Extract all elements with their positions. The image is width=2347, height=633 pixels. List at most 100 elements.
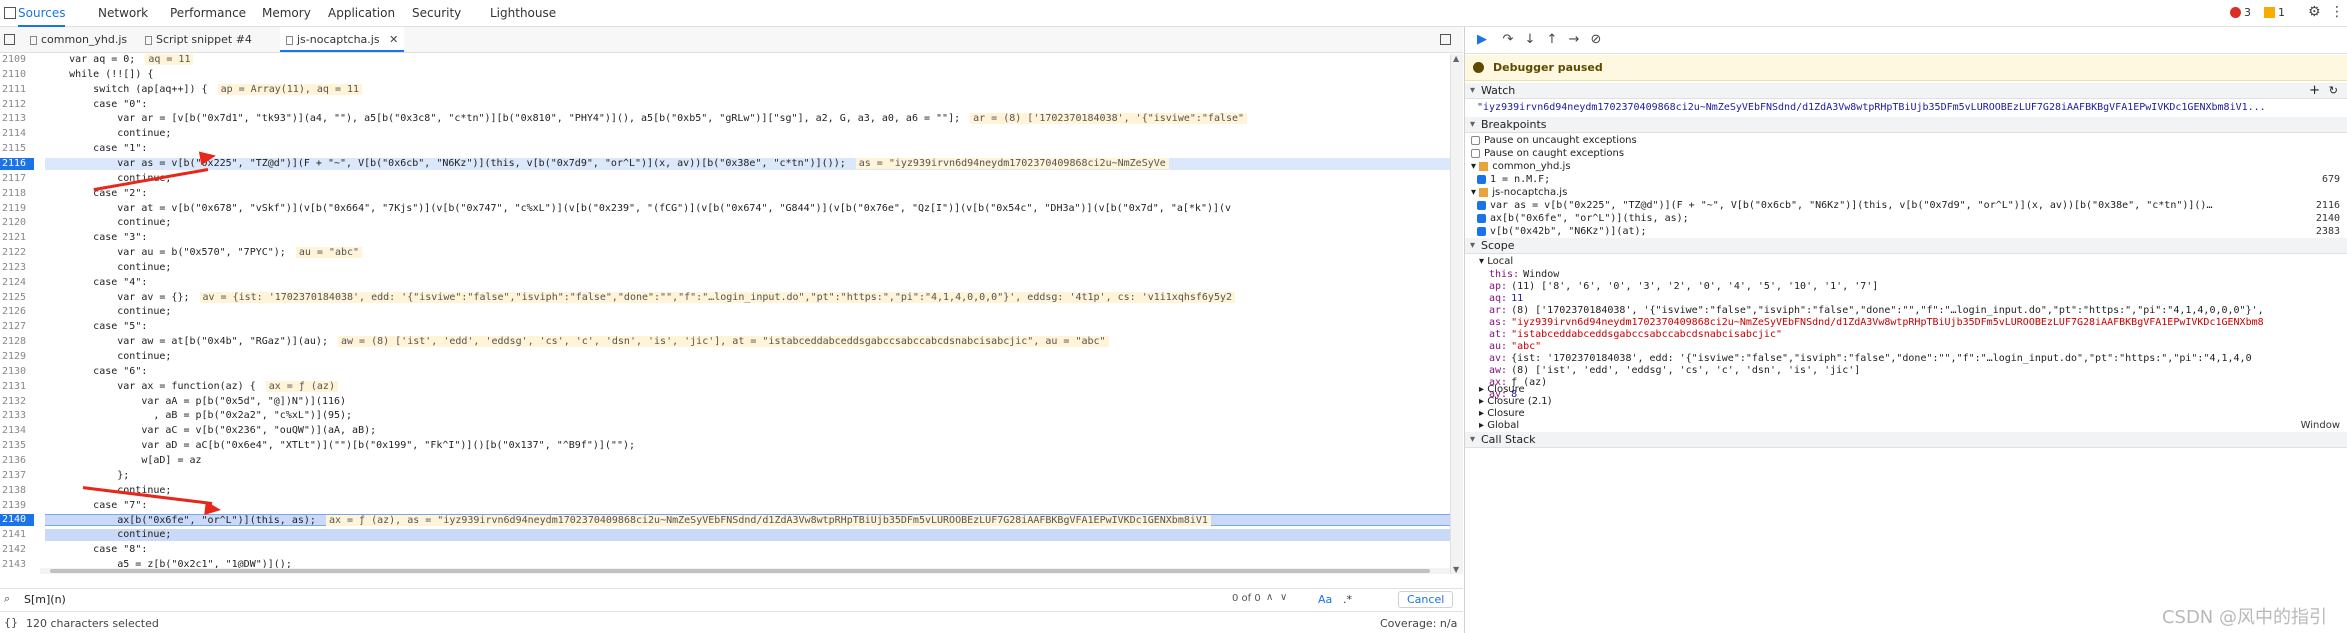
code-line[interactable]: ax[b("0x6fe", "or^L")](this, as); ax = ƒ … xyxy=(45,514,1450,527)
line-number[interactable]: 2115 xyxy=(0,143,34,155)
editor-vertical-scrollbar[interactable]: ▲ ▼ xyxy=(1450,54,1463,574)
line-number[interactable]: 2126 xyxy=(0,306,34,318)
code-line[interactable]: case "1": xyxy=(45,143,1450,155)
line-gutter[interactable]: 2109 2110 2111 2112 2113 2114 2115 2116 2117 2118… xyxy=(0,54,40,574)
code-line[interactable]: case "0": xyxy=(45,99,1450,111)
chevron-down-icon[interactable]: ▾ xyxy=(1471,161,1479,172)
sidebar-toggle-icon[interactable] xyxy=(1440,34,1451,45)
devtools-tab-memory[interactable]: Memory xyxy=(262,0,311,27)
scope-variable[interactable]: ap: (11) ['8', '6', '0', '3', '2', '0', '… xyxy=(1465,281,2347,293)
line-number[interactable]: 2111 xyxy=(0,84,34,96)
code-line[interactable]: var au = b("0x570", "7PYC"); au = "abc" xyxy=(45,247,1450,259)
line-number[interactable]: 2128 xyxy=(0,336,34,348)
line-number[interactable]: 2138 xyxy=(0,485,34,497)
navigator-toggle-icon[interactable] xyxy=(4,34,15,45)
scope-variable[interactable]: au: "abc" xyxy=(1465,341,2347,353)
code-line[interactable]: var aC = v[b("0x236", "ouQW")](aA, aB); xyxy=(45,425,1450,437)
scope-variable[interactable]: av: {ist: '1702370184038', edd: '{"isviwe… xyxy=(1465,353,2347,365)
pause-uncaught-checkbox[interactable] xyxy=(1471,135,1480,145)
pause-caught-checkbox[interactable] xyxy=(1471,148,1480,158)
chevron-right-icon[interactable]: ▸ xyxy=(1479,396,1487,407)
warning-count[interactable]: 1 xyxy=(2278,6,2285,19)
line-number[interactable]: 2124 xyxy=(0,277,34,289)
code-line[interactable]: var av = {}; av = {ist: '1702370184038', … xyxy=(45,291,1450,304)
code-line[interactable]: continue; xyxy=(45,173,1450,185)
line-number[interactable]: 2109 xyxy=(0,54,34,66)
cancel-button[interactable]: Cancel xyxy=(1398,591,1454,608)
breakpoint-item[interactable]: ax[b("0x6fe", "or^L")](this, as); 2140 xyxy=(1465,213,2347,225)
devtools-tab-network[interactable]: Network xyxy=(98,0,148,27)
line-number[interactable]: 2136 xyxy=(0,455,34,467)
regex-button[interactable]: .* xyxy=(1343,593,1352,606)
breakpoints-section-header[interactable]: Breakpoints xyxy=(1465,117,2347,133)
scope-closure[interactable]: ▸ Closure (2.1) xyxy=(1465,396,2347,408)
code-editor[interactable]: 2109 2110 2111 2112 2113 2114 2115 2116 2117 2118… xyxy=(0,54,1450,574)
line-number[interactable]: 2110 xyxy=(0,69,34,81)
line-number[interactable]: 2114 xyxy=(0,128,34,140)
error-icon[interactable] xyxy=(2230,7,2241,18)
scope-closure[interactable]: ▸ Closure xyxy=(1465,408,2347,420)
code-line[interactable]: continue; xyxy=(45,529,1450,541)
code-line[interactable]: case "5": xyxy=(45,321,1450,333)
code-line[interactable]: case "4": xyxy=(45,277,1450,289)
line-number[interactable]: 2142 xyxy=(0,544,34,556)
devtools-tab-security[interactable]: Security xyxy=(412,0,461,27)
add-watch-icon[interactable]: + xyxy=(2309,83,2320,99)
file-tab-common-yhd[interactable]: common_yhd.js xyxy=(30,27,127,52)
code-line[interactable]: case "6": xyxy=(45,366,1450,378)
code-line[interactable]: var as = v[b("0x225", "TZ@d")](F + "~", … xyxy=(45,157,1450,170)
code-line[interactable]: case "3": xyxy=(45,232,1450,244)
deactivate-breakpoints-icon[interactable]: ⊘ xyxy=(1589,33,1603,47)
scope-closure[interactable]: ▸ Closure xyxy=(1465,384,2347,396)
resume-icon[interactable]: ▶ xyxy=(1475,33,1489,47)
line-number[interactable]: 2119 xyxy=(0,203,34,215)
line-number[interactable]: 2113 xyxy=(0,113,34,125)
code-line[interactable]: case "7": xyxy=(45,500,1450,512)
breakpoint-file[interactable]: ▾ js-nocaptcha.js xyxy=(1465,187,2347,199)
coverage-status[interactable]: Coverage: n/a xyxy=(1380,617,1457,630)
code-line[interactable]: continue; xyxy=(45,262,1450,274)
gear-icon[interactable]: ⚙ xyxy=(2308,4,2321,20)
code-line[interactable]: w[aD] = az xyxy=(45,455,1450,467)
dock-icon[interactable] xyxy=(4,7,16,19)
pause-uncaught-option[interactable]: Pause on uncaught exceptions xyxy=(1465,135,2347,147)
code-line[interactable]: var aw = at[b("0x4b", "RGaz")](au); aw = … xyxy=(45,336,1450,348)
scroll-up-icon[interactable]: ▲ xyxy=(1453,54,1459,63)
code-line[interactable]: continue; xyxy=(45,306,1450,318)
code-line[interactable]: case "2": xyxy=(45,188,1450,200)
line-number[interactable]: 2116 xyxy=(0,157,34,170)
devtools-tab-application[interactable]: Application xyxy=(328,0,395,27)
step-into-icon[interactable]: ↓ xyxy=(1523,33,1537,47)
refresh-watch-icon[interactable]: ↻ xyxy=(2329,83,2338,99)
line-number[interactable]: 2130 xyxy=(0,366,34,378)
line-number[interactable]: 2137 xyxy=(0,470,34,482)
line-number[interactable]: 2135 xyxy=(0,440,34,452)
line-number[interactable]: 2134 xyxy=(0,425,34,437)
line-number[interactable]: 2143 xyxy=(0,559,34,571)
line-number[interactable]: 2120 xyxy=(0,217,34,229)
scope-variable[interactable]: at: "istabceddabceddsgabccsabccabcdsnabci… xyxy=(1465,329,2347,341)
chevron-right-icon[interactable]: ▸ xyxy=(1479,408,1487,419)
line-number[interactable]: 2118 xyxy=(0,188,34,200)
search-prev-icon[interactable]: ∧ xyxy=(1266,592,1273,603)
breakpoint-item[interactable]: v[b("0x42b", "N6Kz")](at); 2383 xyxy=(1465,226,2347,238)
watch-section-header[interactable]: Watch + ↻ xyxy=(1465,83,2347,99)
chevron-right-icon[interactable]: ▸ xyxy=(1479,384,1487,395)
line-number[interactable]: 2139 xyxy=(0,500,34,512)
file-tab-js-nocaptcha[interactable]: js-nocaptcha.js ✕ xyxy=(280,27,405,52)
scrollbar-thumb[interactable] xyxy=(50,569,1430,573)
breakpoint-item[interactable]: 1 = n.M.F; 679 xyxy=(1465,174,2347,186)
breakpoint-checkbox[interactable] xyxy=(1477,213,1486,223)
code-line[interactable]: var ax = function(az) {ax = ƒ (az) xyxy=(45,380,1450,393)
file-tab-snippet[interactable]: Script snippet #4 xyxy=(145,27,252,52)
line-number[interactable]: 2140 xyxy=(0,514,34,526)
match-case-button[interactable]: Aa xyxy=(1318,593,1332,606)
code-line[interactable]: while (!![]) { xyxy=(45,69,1450,81)
line-number[interactable]: 2131 xyxy=(0,381,34,393)
line-number[interactable]: 2121 xyxy=(0,232,34,244)
devtools-tab-sources[interactable]: Sources xyxy=(18,0,66,27)
code-line[interactable]: }; xyxy=(45,470,1450,482)
code-line[interactable]: continue; xyxy=(45,128,1450,140)
devtools-tab-performance[interactable]: Performance xyxy=(170,0,246,27)
breakpoint-file[interactable]: ▾ common_yhd.js xyxy=(1465,161,2347,173)
